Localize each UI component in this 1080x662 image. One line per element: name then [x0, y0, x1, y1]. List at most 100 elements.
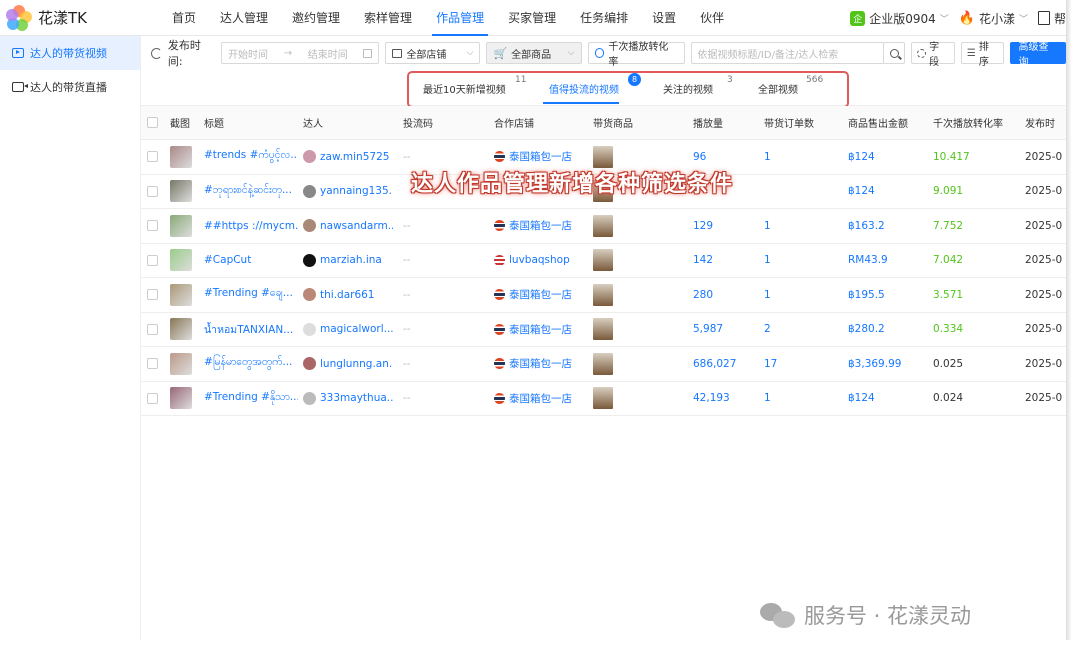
shop-cell[interactable]: 泰国箱包一店 — [494, 313, 572, 347]
screenshot-cell[interactable] — [170, 140, 192, 174]
column-header[interactable]: 商品售出金额 — [848, 106, 908, 139]
shop-name[interactable]: 泰国箱包一店 — [509, 149, 572, 164]
sort-button[interactable]: ☰ 排序 — [960, 42, 1005, 68]
shop-cell[interactable]: 泰国箱包一店 — [494, 382, 572, 416]
video-thumbnail[interactable] — [170, 387, 192, 410]
sales-amount[interactable]: ฿3,369.99 — [848, 347, 901, 381]
order-count[interactable]: 2 — [764, 313, 771, 347]
row-checkbox[interactable] — [147, 289, 158, 301]
search-button[interactable] — [883, 42, 906, 64]
select-all-checkbox[interactable] — [147, 117, 158, 128]
shop-name[interactable]: 泰国箱包一店 — [509, 391, 572, 406]
screenshot-cell[interactable] — [170, 313, 192, 347]
shop-name[interactable]: luvbaqshop — [509, 254, 570, 266]
video-thumbnail[interactable] — [170, 318, 192, 341]
video-title[interactable]: #မြန်မာတွေအတွက်... — [204, 347, 298, 381]
row-checkbox[interactable] — [147, 185, 158, 197]
sidebar-item-videos[interactable]: 达人的带货视频 — [0, 36, 140, 70]
shop-name[interactable]: 泰国箱包一店 — [509, 287, 572, 302]
play-count[interactable]: 129 — [693, 209, 713, 243]
product-image[interactable] — [593, 283, 613, 306]
screenshot-cell[interactable] — [170, 278, 192, 312]
refresh-icon[interactable] — [151, 47, 162, 59]
nav-item-4[interactable]: 作品管理 — [424, 0, 496, 36]
table-row[interactable]: #Trending #နိုသာ... 333maythua... -- 泰国箱包一店… — [141, 382, 1066, 416]
creator-cell[interactable]: magicalworl... — [303, 313, 393, 347]
conversion-rate-button[interactable]: 千次播放转化率 — [587, 42, 685, 68]
product-cell[interactable] — [593, 278, 613, 312]
nav-item-8[interactable]: 伙伴 — [688, 0, 736, 36]
row-checkbox-cell[interactable] — [147, 347, 158, 381]
order-count[interactable]: 17 — [764, 347, 777, 381]
column-header[interactable]: 带货订单数 — [764, 106, 814, 139]
advanced-query-button[interactable]: 高级查询 — [1010, 42, 1066, 68]
date-range-picker[interactable]: 开始时间 → 结束时间 — [221, 42, 380, 64]
column-header[interactable]: 发布时 — [1025, 106, 1055, 139]
video-title[interactable]: #Trending #နိုသာ... — [204, 382, 298, 416]
sidebar-item-live[interactable]: 达人的带货直播 — [0, 70, 140, 104]
shop-name[interactable]: 泰国箱包一店 — [509, 322, 572, 337]
play-count[interactable]: 5,987 — [693, 313, 723, 347]
tab-followed[interactable]: 关注的视频 — [663, 81, 713, 96]
creator-name[interactable]: thi.dar661 — [320, 289, 374, 301]
creator-name[interactable]: yannaing135... — [320, 185, 393, 197]
creator-cell[interactable]: 333maythua... — [303, 382, 393, 416]
row-checkbox[interactable] — [147, 323, 158, 335]
creator-name[interactable]: zaw.min5725 — [320, 151, 389, 163]
video-thumbnail[interactable] — [170, 283, 192, 306]
creator-cell[interactable]: yannaing135... — [303, 175, 393, 209]
column-header[interactable]: 合作店铺 — [494, 106, 534, 139]
tab-worth-promoting[interactable]: 值得投流的视频 — [549, 81, 619, 96]
video-title[interactable]: #Trending #ချေ... — [204, 278, 298, 312]
row-checkbox-cell[interactable] — [147, 209, 158, 243]
row-checkbox[interactable] — [147, 392, 158, 404]
column-header[interactable]: 千次播放转化率 — [933, 106, 1003, 139]
table-row[interactable]: น้ำหอมTANXIAN... magicalworl... -- 泰国箱包一店 5,… — [141, 313, 1066, 347]
column-header[interactable]: 播放量 — [693, 106, 723, 139]
sales-amount[interactable]: ฿124 — [848, 140, 875, 174]
nav-item-2[interactable]: 邀约管理 — [280, 0, 352, 36]
video-thumbnail[interactable] — [170, 352, 192, 375]
sales-amount[interactable]: ฿163.2 — [848, 209, 885, 243]
shop-select[interactable]: 全部店铺 ⌵ — [385, 42, 481, 64]
creator-name[interactable]: nawsandarm... — [320, 220, 393, 232]
product-cell[interactable] — [593, 209, 613, 243]
shop-cell[interactable]: 泰国箱包一店 — [494, 209, 572, 243]
video-title[interactable]: #trends #ကံပွင့်လ... — [204, 140, 298, 174]
end-date-input[interactable]: 结束时间 — [308, 46, 348, 61]
table-row[interactable]: #မြန်မာတွေအတွက်... lunglunng.an... -- 泰国箱包一… — [141, 347, 1066, 382]
screenshot-cell[interactable] — [170, 209, 192, 243]
screenshot-cell[interactable] — [170, 244, 192, 278]
nav-item-0[interactable]: 首页 — [160, 0, 208, 36]
creator-name[interactable]: lunglunng.an... — [320, 358, 393, 370]
table-row[interactable]: #CapCut marziah.ina -- luvbaqshop 142 1 RM43.9… — [141, 244, 1066, 278]
column-header[interactable]: 达人 — [303, 106, 323, 139]
tab-recent-10-days[interactable]: 最近10天新增视频 — [423, 81, 506, 96]
table-row[interactable]: ##https ://mycm... nawsandarm... -- 泰国箱包一店 1… — [141, 209, 1066, 244]
row-checkbox-cell[interactable] — [147, 313, 158, 347]
video-thumbnail[interactable] — [170, 145, 192, 168]
creator-cell[interactable]: lunglunng.an... — [303, 347, 393, 381]
column-header[interactable]: 截图 — [170, 106, 190, 139]
play-count[interactable]: 686,027 — [693, 347, 736, 381]
play-count[interactable]: 142 — [693, 244, 713, 278]
video-title[interactable]: น้ำหอมTANXIAN... — [204, 313, 298, 347]
creator-name[interactable]: marziah.ina — [320, 254, 382, 266]
row-checkbox-cell[interactable] — [147, 278, 158, 312]
screenshot-cell[interactable] — [170, 382, 192, 416]
product-cell[interactable] — [593, 313, 613, 347]
enterprise-selector[interactable]: 企 企业版0904 ﹀ — [850, 10, 949, 27]
video-thumbnail[interactable] — [170, 249, 192, 272]
tab-all-videos[interactable]: 全部视频 — [758, 81, 798, 96]
product-image[interactable] — [593, 249, 613, 272]
product-cell[interactable] — [593, 382, 613, 416]
row-checkbox-cell[interactable] — [147, 244, 158, 278]
table-row[interactable]: #Trending #ချေ... thi.dar661 -- 泰国箱包一店 280 1 ฿… — [141, 278, 1066, 313]
logo[interactable]: 花漾TK — [0, 0, 160, 36]
play-count[interactable]: 42,193 — [693, 382, 730, 416]
product-image[interactable] — [593, 387, 613, 410]
column-header[interactable]: 带货商品 — [593, 106, 633, 139]
product-image[interactable] — [593, 318, 613, 341]
product-image[interactable] — [593, 352, 613, 375]
column-header[interactable]: 投流码 — [403, 106, 433, 139]
